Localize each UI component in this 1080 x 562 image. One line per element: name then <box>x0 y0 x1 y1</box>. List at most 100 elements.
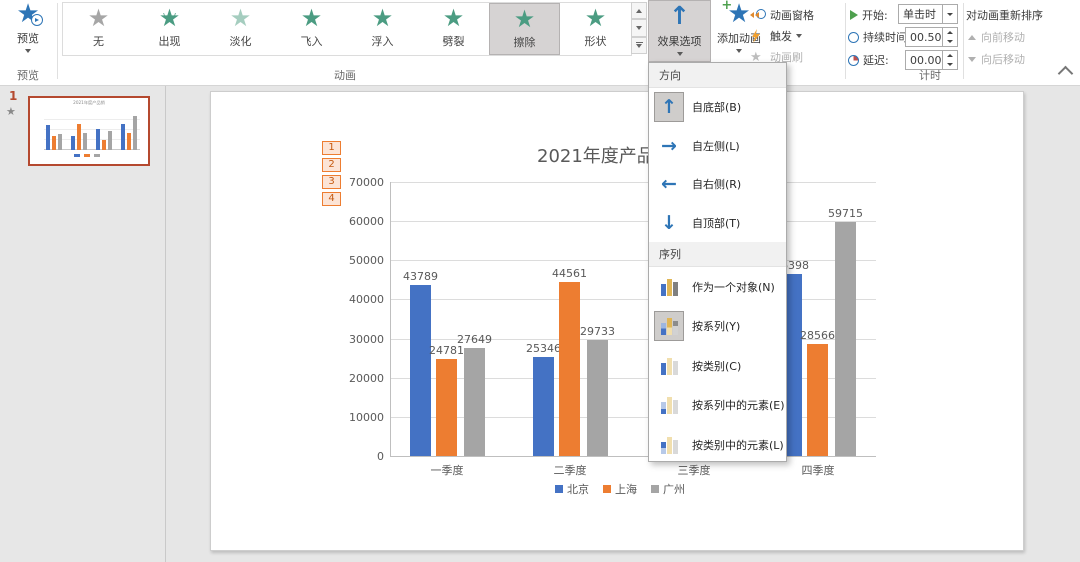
star-appear-icon: ★\ | / <box>159 3 181 33</box>
gallery-scroll-up-button[interactable] <box>631 2 647 19</box>
effect-options-button[interactable]: ↑ 效果选项 <box>648 0 711 62</box>
gallery-tile-label: 劈裂 <box>443 33 465 49</box>
chart-gridline <box>390 417 876 418</box>
gallery-tile-appear[interactable]: ★\ | /出现 <box>134 3 205 55</box>
timing-group-label: 计时 <box>870 67 990 83</box>
thumbnail-legend-swatch <box>94 154 100 157</box>
chevron-down-icon <box>736 49 742 53</box>
menu-item-label: 按系列(Y) <box>692 318 740 334</box>
triangle-down-icon <box>968 57 976 62</box>
gallery-tile-none[interactable]: ★无 <box>63 3 134 55</box>
star-float-in-icon: ★↑ <box>372 3 394 33</box>
y-axis-line <box>390 182 391 456</box>
chevron-down-icon <box>25 49 31 53</box>
chevron-down-icon <box>796 34 802 38</box>
animation-badge-2[interactable]: 2 <box>322 158 341 172</box>
preview-button[interactable]: ★ 预览 <box>4 0 52 62</box>
bars-as-one-object-icon <box>654 272 684 302</box>
menu-item-bars-by-series[interactable]: 按系列(Y) <box>649 307 786 347</box>
star-split-icon: ★ <box>443 3 465 33</box>
legend-swatch-icon <box>651 485 659 493</box>
reorder-animation-label: 对动画重新排序 <box>966 7 1043 23</box>
thumbnail-bar <box>52 136 56 150</box>
play-icon <box>850 10 858 20</box>
animation-badge-1[interactable]: 1 <box>322 141 341 155</box>
menu-item-label: 按类别中的元素(L) <box>692 437 784 453</box>
bar-广州-一季度 <box>464 348 485 456</box>
menu-item-label: 自底部(B) <box>692 99 741 115</box>
menu-item-arrow-left[interactable]: ←自右侧(R) <box>649 165 786 204</box>
menu-item-arrow-up[interactable]: ↑自底部(B) <box>649 88 786 127</box>
move-earlier-button[interactable]: 向前移动 <box>968 29 1025 45</box>
menu-item-bars-by-category[interactable]: 按类别(C) <box>649 346 786 386</box>
gallery-tile-shape[interactable]: ★★形状 <box>560 3 631 55</box>
menu-item-label: 按类别(C) <box>692 358 741 374</box>
trigger-lightning-button[interactable]: 触发 <box>750 26 846 46</box>
animation-badge-3[interactable]: 3 <box>322 175 341 189</box>
thumbnail-legend-swatch <box>84 154 90 157</box>
start-label: 开始: <box>862 7 888 23</box>
effect-options-arrow-up-icon: ↑ <box>669 1 690 31</box>
gallery-tile-label: 擦除 <box>514 34 536 50</box>
legend-item-广州: 广州 <box>651 481 685 497</box>
slide-thumbnail[interactable]: 2021年度产品销 <box>28 96 150 166</box>
gallery-tile-label: 无 <box>93 33 104 49</box>
gallery-scrollbar <box>631 2 647 54</box>
animation-pane-button[interactable]: 动画窗格 <box>750 5 846 25</box>
start-select[interactable]: 单击时 <box>898 4 958 24</box>
effect-options-label: 效果选项 <box>658 33 702 49</box>
move-later-button[interactable]: 向后移动 <box>968 51 1025 67</box>
x-axis-category-label: 四季度 <box>783 462 853 478</box>
star-wipe-icon: ★ <box>514 4 536 34</box>
group-divider <box>57 3 58 79</box>
duration-value: 00.50 <box>906 31 942 44</box>
menu-item-arrow-right[interactable]: →自左侧(L) <box>649 127 786 166</box>
menu-item-label: 按系列中的元素(E) <box>692 397 785 413</box>
thumbnail-bar <box>83 133 87 150</box>
bar-北京-一季度 <box>410 285 431 456</box>
gallery-tile-float-in[interactable]: ★↑浮入 <box>347 3 418 55</box>
start-value: 单击时 <box>899 6 942 22</box>
menu-item-bars-as-one-object[interactable]: 作为一个对象(N) <box>649 267 786 307</box>
duration-spinner[interactable] <box>942 28 957 46</box>
collapse-ribbon-chevron-icon[interactable] <box>1058 66 1074 82</box>
animation-pane-icon <box>750 8 766 22</box>
x-axis-category-label: 二季度 <box>535 462 605 478</box>
bar-data-label: 27649 <box>444 333 505 346</box>
bars-by-element-in-series-icon <box>654 390 684 420</box>
bars-by-element-in-category-icon <box>654 430 684 460</box>
menu-item-arrow-down[interactable]: ↓自顶部(T) <box>649 204 786 243</box>
ribbon-animations-tab: ★ 预览 预览 ★无★\ | /出现★淡化★↑飞入★↑浮入★劈裂★擦除★★形状 … <box>0 0 1080 86</box>
bar-广州-四季度 <box>835 222 856 456</box>
y-axis-tick-label: 70000 <box>339 176 384 189</box>
thumbnail-bar <box>127 133 131 150</box>
trigger-lightning-icon <box>750 29 766 43</box>
group-divider <box>845 3 846 79</box>
gallery-scroll-down-button[interactable] <box>631 19 647 36</box>
gallery-tile-split[interactable]: ★劈裂 <box>418 3 489 55</box>
animation-gallery: ★无★\ | /出现★淡化★↑飞入★↑浮入★劈裂★擦除★★形状 <box>62 2 632 56</box>
gallery-tile-wipe[interactable]: ★擦除 <box>489 3 560 55</box>
bars-by-category-icon <box>654 351 684 381</box>
slides-panel: 1 ★ 2021年度产品销 <box>0 85 166 562</box>
legend-label: 广州 <box>663 481 685 497</box>
slide-animation-star-icon: ★ <box>6 105 16 118</box>
start-dropdown-arrow-icon[interactable] <box>942 5 957 23</box>
x-axis-category-label: 一季度 <box>412 462 482 478</box>
y-axis-tick-label: 10000 <box>339 411 384 424</box>
menu-item-bars-by-element-in-series[interactable]: 按系列中的元素(E) <box>649 386 786 426</box>
duration-row: 持续时间: <box>848 29 911 45</box>
gallery-more-button[interactable] <box>631 37 647 54</box>
effect-options-menu: 方向 ↑自底部(B)→自左侧(L)←自右侧(R)↓自顶部(T) 序列 作为一个对… <box>648 62 787 462</box>
duration-input[interactable]: 00.50 <box>905 27 958 47</box>
gallery-tile-fade[interactable]: ★淡化 <box>205 3 276 55</box>
legend-swatch-icon <box>555 485 563 493</box>
chart-gridline <box>390 221 876 222</box>
thumbnail-gridline <box>44 119 140 120</box>
menu-item-bars-by-element-in-category[interactable]: 按类别中的元素(L) <box>649 425 786 465</box>
bar-data-label: 44561 <box>539 267 600 280</box>
preview-star-play-icon: ★ <box>16 0 39 28</box>
gallery-tile-fly-in[interactable]: ★↑飞入 <box>276 3 347 55</box>
animation-badge-4[interactable]: 4 <box>322 192 341 206</box>
thumbnail-bar <box>77 124 81 150</box>
